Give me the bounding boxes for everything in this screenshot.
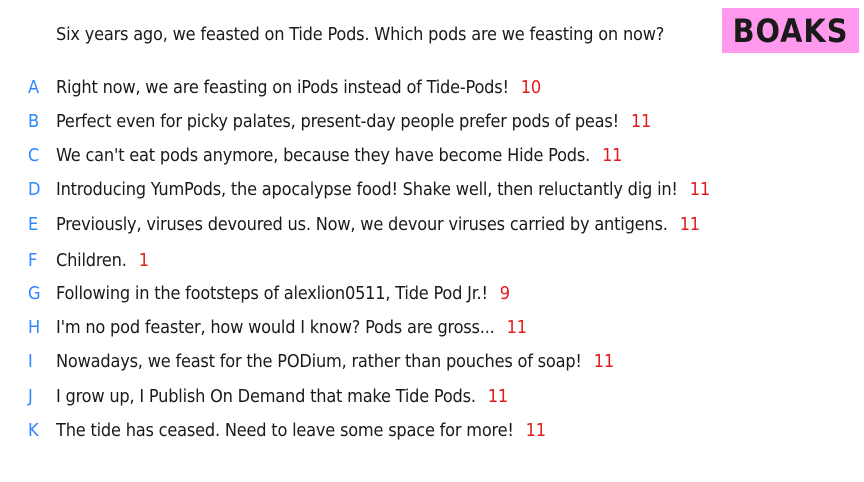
answer-body: Following in the footsteps of alexlion05… [56, 282, 488, 304]
answer-text: Perfect even for picky palates, present-… [56, 111, 651, 132]
answer-body: Right now, we are feasting on iPods inst… [56, 76, 509, 98]
answer-letter: F [28, 249, 38, 271]
answer-letter: K [28, 419, 39, 441]
answer-text: Children. 1 [56, 250, 149, 271]
answer-body: Introducing YumPods, the apocalypse food… [56, 178, 678, 200]
answer-text: The tide has ceased. Need to leave some … [56, 420, 546, 441]
answer-text: I grow up, I Publish On Demand that make… [56, 386, 508, 407]
answer-body: I'm no pod feaster, how would I know? Po… [56, 316, 495, 338]
answer-score: 11 [679, 213, 700, 235]
answer-text: Nowadays, we feast for the PODium, rathe… [56, 351, 614, 372]
answer-letter: D [28, 178, 41, 200]
answer-score: 11 [525, 419, 546, 441]
answer-body: Previously, viruses devoured us. Now, we… [56, 213, 668, 235]
prompt-title: Six years ago, we feasted on Tide Pods. … [56, 24, 665, 45]
answer-letter: J [28, 385, 33, 407]
answer-body: We can't eat pods anymore, because they … [56, 144, 591, 166]
answer-letter: B [28, 110, 40, 132]
logo-text: BOAKS [732, 11, 849, 50]
answer-score: 11 [487, 385, 508, 407]
answer-score: 11 [506, 316, 527, 338]
answer-letter: I [28, 350, 33, 372]
answer-body: I grow up, I Publish On Demand that make… [56, 385, 476, 407]
answer-score: 11 [630, 110, 652, 132]
answer-score: 11 [689, 178, 710, 200]
answer-body: Nowadays, we feast for the PODium, rathe… [56, 350, 582, 372]
answer-letter: C [28, 144, 40, 166]
answer-score: 9 [499, 282, 510, 304]
boaks-logo: BOAKS [722, 8, 859, 53]
answer-score: 10 [520, 76, 541, 98]
answer-body: The tide has ceased. Need to leave some … [56, 419, 514, 441]
answer-letter: G [28, 282, 41, 304]
answer-text: Previously, viruses devoured us. Now, we… [56, 214, 700, 235]
answer-text: Right now, we are feasting on iPods inst… [56, 77, 541, 98]
answer-body: Children. [56, 249, 127, 271]
answer-letter: E [28, 213, 39, 235]
answer-score: 1 [138, 249, 149, 271]
answer-text: I'm no pod feaster, how would I know? Po… [56, 317, 527, 338]
answer-score: 11 [602, 144, 623, 166]
answer-letter: H [28, 316, 41, 338]
answer-text: Following in the footsteps of alexlion05… [56, 283, 510, 304]
answer-text: We can't eat pods anymore, because they … [56, 145, 622, 166]
answer-body: Perfect even for picky palates, present-… [56, 110, 619, 132]
answer-text: Introducing YumPods, the apocalypse food… [56, 179, 710, 200]
answer-score: 11 [593, 350, 614, 372]
answer-letter: A [28, 76, 40, 98]
